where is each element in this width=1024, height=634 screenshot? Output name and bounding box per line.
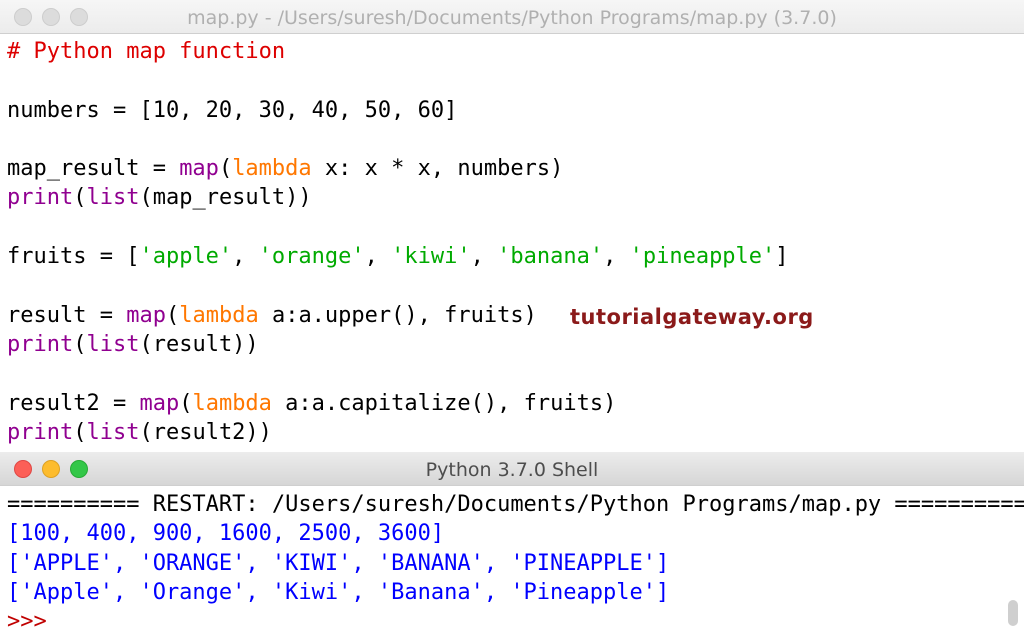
shell-title: Python 3.7.0 Shell [425, 459, 599, 481]
output-line-squares: [100, 400, 900, 1600, 2500, 3600] [7, 521, 445, 547]
code-line-comment: # Python map function [7, 39, 286, 64]
code-line-numbers: numbers = [10, 20, 30, 40, 50, 60] [7, 97, 458, 123]
watermark: tutorialgateway.org [570, 305, 814, 329]
shell-prompt[interactable]: >>> [7, 609, 47, 634]
code-line-result2: result2 = map(lambda a:a.capitalize(), f… [7, 390, 617, 416]
code-line-print-map-result: print(list(map_result)) [7, 185, 312, 211]
restart-banner: ========== RESTART: /Users/suresh/Docume… [7, 492, 1024, 517]
code-line-print-result: print(list(result)) [7, 331, 259, 357]
scrollbar-thumb[interactable] [1008, 600, 1018, 626]
shell-output[interactable]: ========== RESTART: /Users/suresh/Docume… [7, 490, 1024, 634]
editor-window: map.py - /Users/suresh/Documents/Python … [0, 0, 1024, 452]
code-line-fruits: fruits = ['apple', 'orange', 'kiwi', 'ba… [7, 244, 789, 270]
shell-window: Python 3.7.0 Shell ========== RESTART: /… [0, 452, 1024, 634]
code-line-result: result = map(lambda a:a.upper(), fruits) [7, 302, 537, 328]
code-line-map-result: map_result = map(lambda x: x * x, number… [7, 156, 564, 182]
output-line-upper: ['APPLE', 'ORANGE', 'KIWI', 'BANANA', 'P… [7, 550, 670, 576]
editor-title: map.py - /Users/suresh/Documents/Python … [187, 7, 837, 29]
output-line-capitalize: ['Apple', 'Orange', 'Kiwi', 'Banana', 'P… [7, 579, 670, 605]
code-editor[interactable]: # Python map function numbers = [10, 20,… [7, 37, 789, 447]
shell-titlebar[interactable]: Python 3.7.0 Shell [0, 452, 1024, 486]
editor-titlebar[interactable]: map.py - /Users/suresh/Documents/Python … [0, 0, 1024, 34]
code-line-print-result2: print(list(result2)) [7, 419, 272, 445]
